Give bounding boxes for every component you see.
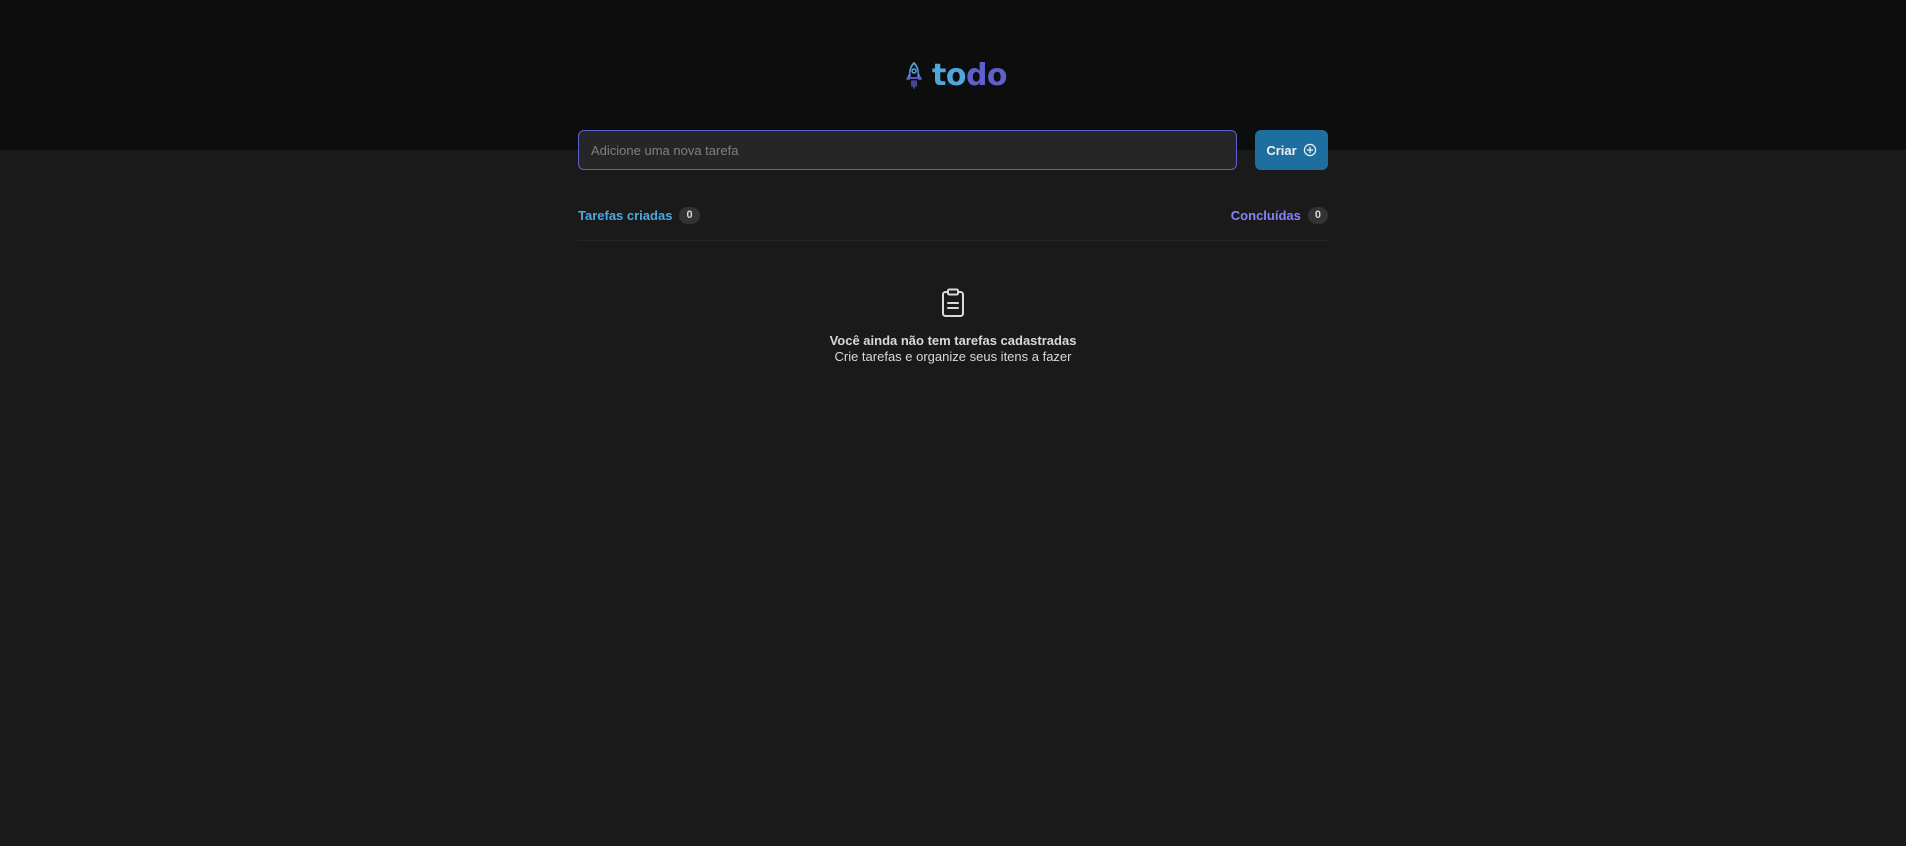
- clipboard-icon: [942, 288, 964, 317]
- task-counters: Tarefas criadas 0 Concluídas 0: [578, 205, 1328, 225]
- logo-text: todo: [932, 58, 1008, 94]
- created-tasks-label: Tarefas criadas: [578, 207, 673, 223]
- app-logo: todo: [904, 58, 1008, 94]
- empty-state-subtitle: Crie tarefas e organize seus itens a faz…: [834, 349, 1072, 364]
- created-tasks-count: 0: [679, 206, 700, 224]
- completed-tasks-count: 0: [1307, 206, 1328, 224]
- rocket-icon: [906, 62, 922, 89]
- new-task-form: Criar: [578, 130, 1328, 170]
- list-divider: [578, 240, 1328, 241]
- app-header: todo: [0, 0, 1906, 150]
- completed-tasks-counter: Concluídas 0: [1230, 206, 1328, 224]
- plus-circle-icon: [1303, 143, 1316, 157]
- created-tasks-counter: Tarefas criadas 0: [578, 206, 700, 224]
- create-button-label: Criar: [1266, 142, 1297, 158]
- empty-state: Você ainda não tem tarefas cadastradas C…: [578, 288, 1328, 364]
- completed-tasks-label: Concluídas: [1230, 207, 1301, 223]
- create-task-button[interactable]: Criar: [1255, 130, 1328, 170]
- new-task-input[interactable]: [578, 130, 1238, 170]
- empty-state-title: Você ainda não tem tarefas cadastradas: [829, 333, 1077, 348]
- logo-text-do: do: [965, 58, 1008, 93]
- logo-text-to: to: [932, 58, 966, 93]
